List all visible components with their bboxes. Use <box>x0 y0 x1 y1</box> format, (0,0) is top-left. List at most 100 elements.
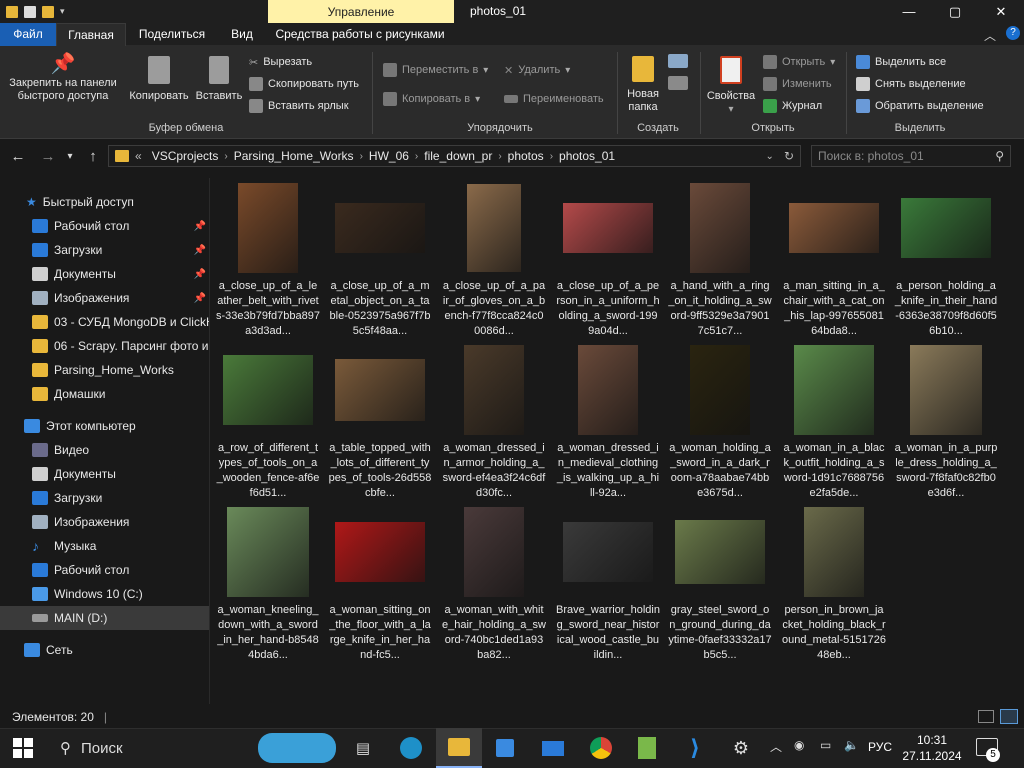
mail-icon[interactable] <box>530 728 576 768</box>
up-arrow-icon[interactable]: ↑ <box>82 145 104 167</box>
invert-selection-button[interactable]: Обратить выделение <box>856 96 984 116</box>
file-item[interactable]: a_man_sitting_in_a_chair_with_a_cat_on_h… <box>779 180 889 339</box>
file-item[interactable]: person_in_brown_jacket_holding_black_rou… <box>779 504 889 663</box>
file-item[interactable]: a_woman_holding_a_sword_in_a_dark_room-a… <box>665 342 775 501</box>
crumb-photos[interactable]: photos <box>502 149 550 163</box>
delete-button[interactable]: ✕ Удалить ▾ <box>504 60 570 80</box>
nav-item-pc-desktop[interactable]: Рабочий стол <box>0 558 209 582</box>
history-button[interactable]: Журнал <box>763 96 822 116</box>
nav-item-downloads[interactable]: Загрузки 📌 <box>0 238 209 262</box>
pin-quick-access-button[interactable]: 📌 Закрепить на панели быстрого доступа <box>4 54 122 103</box>
copy-path-button[interactable]: Скопировать путь <box>249 74 359 94</box>
open-button[interactable]: Открыть ▾ <box>763 52 835 72</box>
crumb-photos01[interactable]: photos_01 <box>553 149 621 163</box>
store-icon[interactable] <box>482 728 528 768</box>
widgets-icon[interactable] <box>258 733 336 763</box>
file-item[interactable]: a_woman_in_a_purple_dress_holding_a_swor… <box>891 342 1001 501</box>
crumb-vscprojects[interactable]: VSCprojects <box>146 149 225 163</box>
copy-button[interactable]: Копировать <box>126 56 192 103</box>
search-box[interactable]: Поиск в: photos_01 ⚲ <box>811 145 1011 167</box>
nav-item-pc-pictures[interactable]: Изображения <box>0 510 209 534</box>
refresh-icon[interactable]: ↻ <box>778 149 800 163</box>
notepad-icon[interactable] <box>624 728 670 768</box>
file-item[interactable]: a_close_up_of_a_person_in_a_uniform_hold… <box>553 180 663 339</box>
nav-item-scrapy[interactable]: 06 - Scrapy. Парсинг фото и <box>0 334 209 358</box>
taskbar-search[interactable]: ⚲ Поиск <box>50 728 246 768</box>
cut-button[interactable]: ✂ Вырезать <box>249 52 312 72</box>
nav-item-documents[interactable]: Документы 📌 <box>0 262 209 286</box>
crumb-parsing[interactable]: Parsing_Home_Works <box>228 149 360 163</box>
file-item[interactable]: a_woman_dressed_in_armor_holding_a_sword… <box>439 342 549 501</box>
nav-network[interactable]: Сеть <box>0 638 209 662</box>
volume-icon[interactable]: 🔈 <box>844 738 859 752</box>
move-to-button[interactable]: Переместить в ▾ <box>383 60 488 80</box>
file-item[interactable]: a_row_of_different_types_of_tools_on_a_w… <box>213 342 323 501</box>
minimize-button[interactable]: — <box>886 0 932 23</box>
address-bar[interactable]: « VSCprojects › Parsing_Home_Works › HW_06… <box>108 145 801 167</box>
file-explorer-icon[interactable] <box>436 728 482 768</box>
nav-item-music[interactable]: ♪ Музыка <box>0 534 209 558</box>
edge-icon[interactable] <box>388 728 434 768</box>
nav-item-videos[interactable]: Видео <box>0 438 209 462</box>
folder-icon[interactable] <box>6 5 18 18</box>
easy-access-icon[interactable] <box>668 76 688 90</box>
vscode-icon[interactable]: ⟩ <box>672 728 718 768</box>
properties-button[interactable]: Свойства ▾ <box>704 56 758 116</box>
crumb-file-down[interactable]: file_down_pr <box>418 149 498 163</box>
file-item[interactable]: gray_steel_sword_on_ground_during_daytim… <box>665 504 775 663</box>
details-view-icon[interactable] <box>978 710 994 723</box>
nav-item-pc-documents[interactable]: Документы <box>0 462 209 486</box>
camera-icon[interactable]: ◉ <box>794 738 804 752</box>
chrome-icon[interactable] <box>578 728 624 768</box>
recent-locations-icon[interactable]: ▾ <box>62 145 78 167</box>
network-icon[interactable]: ▭ <box>820 738 831 752</box>
nav-item-pc-downloads[interactable]: Загрузки <box>0 486 209 510</box>
file-item[interactable]: Brave_warrior_holding_sword_near_histori… <box>553 504 663 663</box>
new-folder-icon[interactable] <box>42 5 54 18</box>
tab-file[interactable]: Файл <box>0 23 56 46</box>
task-view-icon[interactable]: ▤ <box>340 728 386 768</box>
rename-button[interactable]: Переименовать <box>504 89 604 109</box>
show-hidden-icons[interactable]: ︿ <box>770 738 782 755</box>
nav-item-drive-c[interactable]: Windows 10 (C:) <box>0 582 209 606</box>
copy-to-button[interactable]: Копировать в ▾ <box>383 89 480 109</box>
help-icon[interactable]: ? <box>1006 26 1020 40</box>
context-tab-manage[interactable]: Управление <box>268 0 454 23</box>
start-button[interactable] <box>0 728 46 768</box>
paste-button[interactable]: Вставить <box>192 56 246 103</box>
overflow-crumb[interactable]: « <box>135 149 142 163</box>
paste-shortcut-button[interactable]: Вставить ярлык <box>249 96 349 116</box>
select-all-button[interactable]: Выделить все <box>856 52 946 72</box>
clock[interactable]: 10:31 27.11.2024 <box>902 732 962 764</box>
collapse-ribbon-icon[interactable]: ︿ <box>984 27 996 44</box>
settings-icon[interactable]: ⚙ <box>718 728 764 768</box>
crumb-hw06[interactable]: HW_06 <box>363 149 415 163</box>
close-button[interactable]: ✕ <box>978 0 1024 23</box>
forward-arrow-icon[interactable]: → <box>38 145 58 167</box>
file-item[interactable]: a_close_up_of_a_leather_belt_with_rivets… <box>213 180 323 339</box>
nav-item-parsing[interactable]: Parsing_Home_Works <box>0 358 209 382</box>
nav-item-drive-d[interactable]: MAIN (D:) <box>0 606 209 630</box>
search-input[interactable]: Поиск в: photos_01 <box>818 149 924 163</box>
file-item[interactable]: a_hand_with_a_ring_on_it_holding_a_sword… <box>665 180 775 339</box>
nav-item-mongodb[interactable]: 03 - СУБД MongoDB и ClickH <box>0 310 209 334</box>
file-item[interactable]: a_woman_dressed_in_medieval_clothing_is_… <box>553 342 663 501</box>
file-item[interactable]: a_close_up_of_a_metal_object_on_a_table-… <box>325 180 435 339</box>
nav-this-pc[interactable]: Этот компьютер <box>0 414 209 438</box>
large-icons-view-icon[interactable] <box>1000 709 1018 724</box>
select-none-button[interactable]: Снять выделение <box>856 74 966 94</box>
chevron-down-icon[interactable]: ⌄ <box>762 151 778 162</box>
edit-button[interactable]: Изменить <box>763 74 832 94</box>
tab-home[interactable]: Главная <box>56 23 126 46</box>
nav-item-desktop[interactable]: Рабочий стол 📌 <box>0 214 209 238</box>
new-folder-button[interactable]: Новая папка <box>622 56 664 114</box>
new-item-icon[interactable] <box>668 54 688 68</box>
tab-view[interactable]: Вид <box>220 23 264 46</box>
file-item[interactable]: a_person_holding_a_knife_in_their_hand-6… <box>891 180 1001 339</box>
nav-item-homework[interactable]: Домашки <box>0 382 209 406</box>
maximize-button[interactable]: ▢ <box>932 0 978 23</box>
nav-quick-access[interactable]: ★ Быстрый доступ <box>0 190 209 214</box>
file-item[interactable]: a_close_up_of_a_pair_of_gloves_on_a_benc… <box>439 180 549 339</box>
language-indicator[interactable]: РУС <box>868 740 892 754</box>
tab-picture-tools[interactable]: Средства работы с рисунками <box>270 23 450 46</box>
